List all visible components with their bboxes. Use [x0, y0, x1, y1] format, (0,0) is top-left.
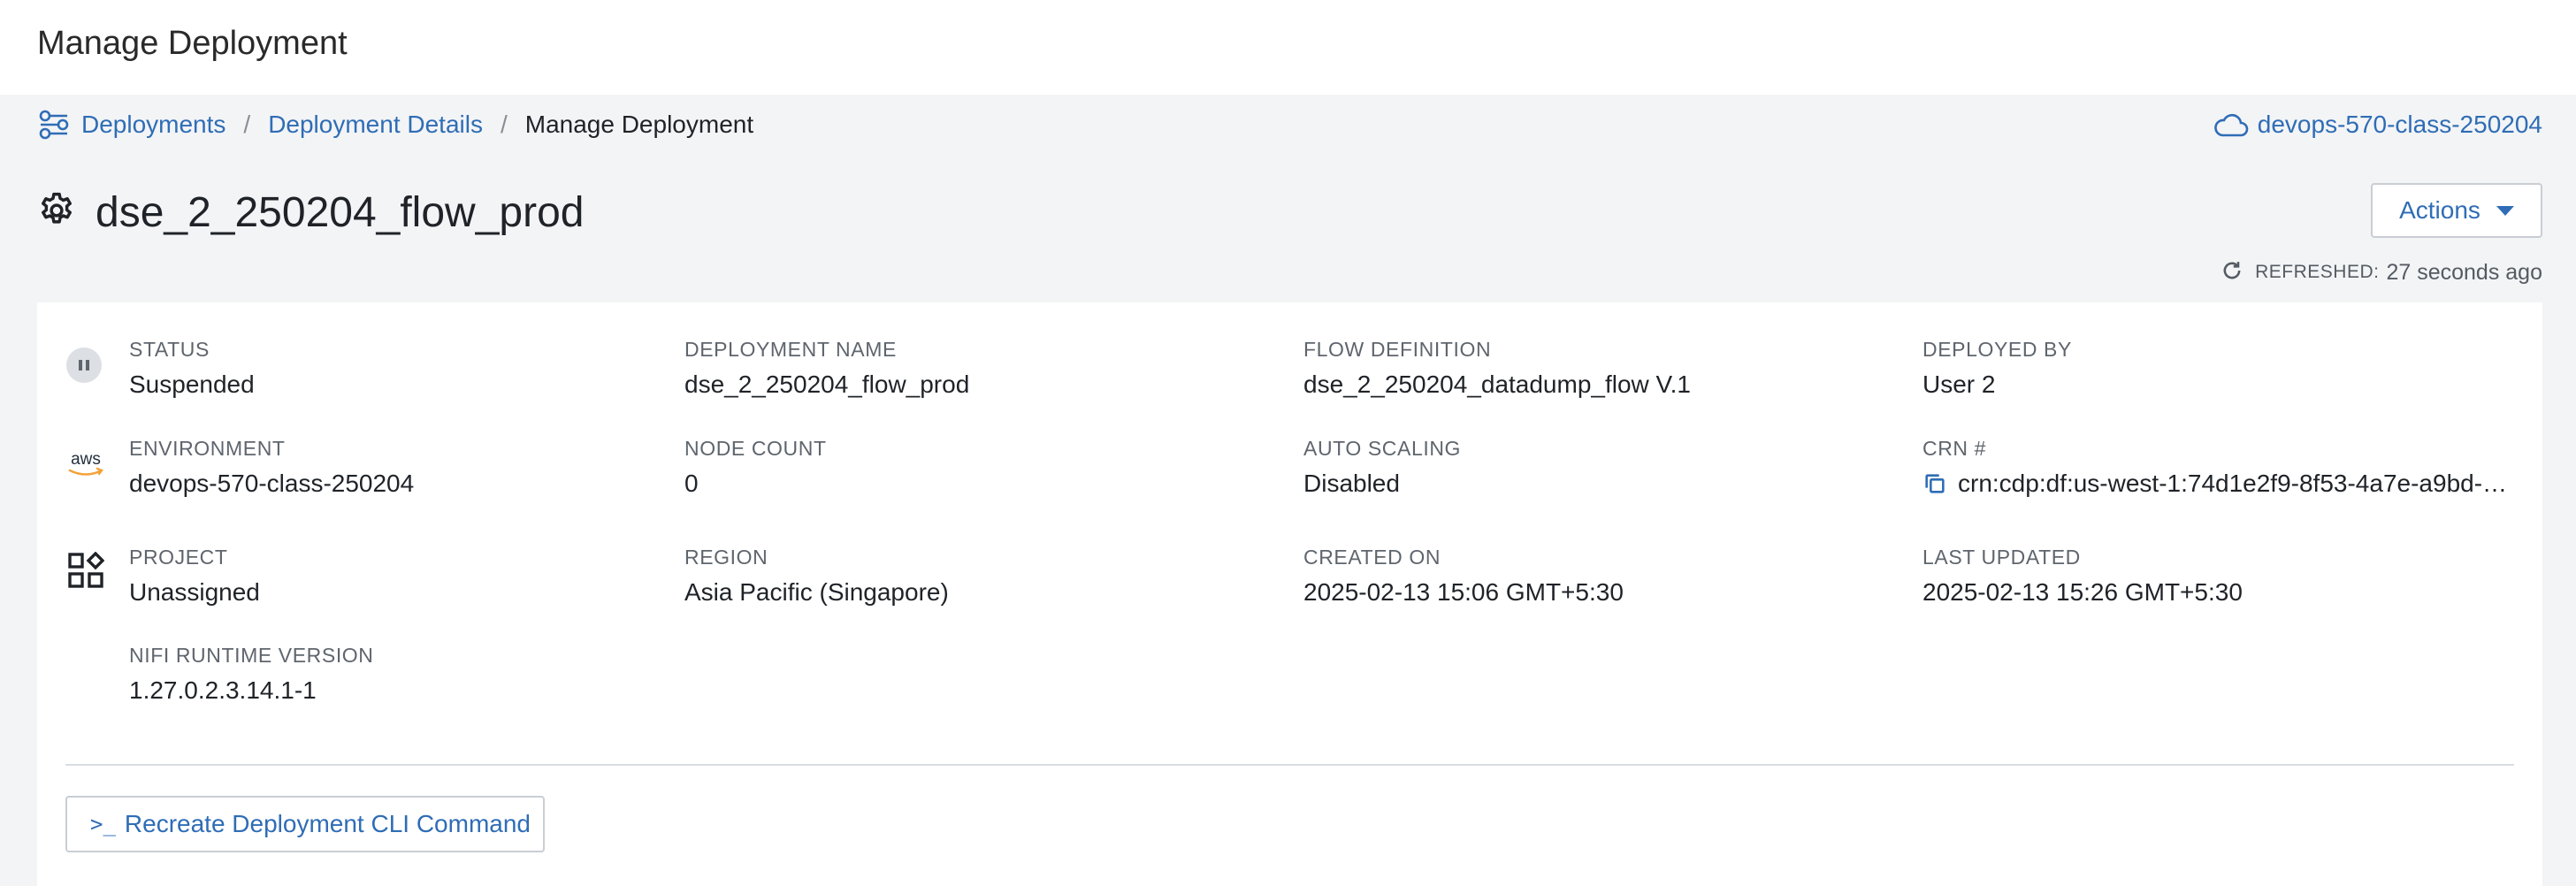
actions-label: Actions	[2399, 196, 2480, 224]
environment-link[interactable]: devops-570-class-250204	[2213, 106, 2542, 143]
divider	[65, 764, 2514, 766]
copy-icon[interactable]	[1922, 471, 1947, 496]
field-label: ENVIRONMENT	[129, 437, 286, 460]
caret-down-icon	[2496, 205, 2514, 216]
field-nifi-runtime-version: NIFI RUNTIME VERSION 1.27.0.2.3.14.1-1	[129, 644, 374, 705]
environment-link-label: devops-570-class-250204	[2257, 111, 2542, 138]
field-value: Suspended	[129, 370, 255, 398]
breadcrumb-current: Manage Deployment	[524, 111, 754, 138]
gear-icon	[37, 191, 76, 234]
field-auto-scaling: AUTO SCALING Disabled	[1303, 437, 1461, 498]
field-label: DEPLOYED BY	[1922, 338, 2072, 361]
field-deployment-name: DEPLOYMENT NAME dse_2_250204_flow_prod	[684, 338, 969, 399]
field-deployed-by: DEPLOYED BY User 2	[1922, 338, 2072, 399]
field-value: dse_2_250204_flow_prod	[684, 370, 970, 398]
cli-button-label: Recreate Deployment CLI Command	[124, 810, 531, 837]
project-grid-icon	[67, 551, 105, 593]
breadcrumb-deployment-details-link[interactable]: Deployment Details	[268, 111, 483, 139]
field-value-crn: crn:cdp:df:us-west-1:74d1e2f9-8f53-4a7e-…	[1922, 470, 2511, 498]
breadcrumb: Deployments / Deployment Details / Manag…	[37, 106, 753, 143]
field-environment: ENVIRONMENT devops-570-class-250204	[129, 437, 414, 498]
field-label: PROJECT	[129, 546, 228, 569]
field-value: User 2	[1922, 370, 1996, 398]
deployments-icon	[37, 108, 71, 141]
field-value: Unassigned	[129, 578, 260, 606]
field-region: REGION Asia Pacific (Singapore)	[684, 546, 949, 607]
field-created-on: CREATED ON 2025-02-13 15:06 GMT+5:30	[1303, 546, 1624, 607]
field-label: CRN #	[1922, 437, 1987, 460]
field-value: Disabled	[1303, 470, 1400, 497]
field-label: REGION	[684, 546, 768, 569]
refresh-label: REFRESHED:	[2255, 262, 2380, 282]
breadcrumb-deployments-link[interactable]: Deployments	[81, 111, 225, 139]
field-flow-definition: FLOW DEFINITION dse_2_250204_datadump_fl…	[1303, 338, 1691, 399]
field-label: NIFI RUNTIME VERSION	[129, 644, 374, 667]
refresh-value: 27 seconds ago	[2386, 259, 2542, 285]
aws-logo-text: aws	[71, 450, 101, 469]
field-node-count: NODE COUNT 0	[684, 437, 827, 498]
field-value: dse_2_250204_datadump_flow V.1	[1303, 370, 1692, 398]
pause-status-icon	[65, 347, 103, 388]
crn-value-text: crn:cdp:df:us-west-1:74d1e2f9-8f53-4a7e-…	[1958, 470, 2511, 497]
aws-logo-icon: aws	[65, 449, 106, 485]
field-value: devops-570-class-250204	[129, 470, 415, 497]
field-value: 1.27.0.2.3.14.1-1	[129, 676, 317, 704]
field-label: LAST UPDATED	[1922, 546, 2081, 569]
top-bar: Manage Deployment	[0, 0, 2576, 95]
field-label: STATUS	[129, 338, 210, 361]
terminal-prompt-icon: >_	[90, 812, 116, 836]
field-label: AUTO SCALING	[1303, 437, 1462, 460]
recreate-cli-command-button[interactable]: >_ Recreate Deployment CLI Command	[65, 796, 545, 852]
actions-dropdown-button[interactable]: Actions	[2371, 183, 2542, 238]
field-value: Asia Pacific (Singapore)	[684, 578, 949, 606]
refresh-status: REFRESHED: 27 seconds ago	[2220, 255, 2542, 290]
field-last-updated: LAST UPDATED 2025-02-13 15:26 GMT+5:30	[1922, 546, 2243, 607]
field-label: DEPLOYMENT NAME	[684, 338, 897, 361]
field-label: FLOW DEFINITION	[1303, 338, 1492, 361]
breadcrumb-separator: /	[500, 111, 508, 138]
field-value: 0	[684, 470, 699, 497]
field-value: 2025-02-13 15:26 GMT+5:30	[1922, 578, 2243, 606]
field-label: CREATED ON	[1303, 546, 1441, 569]
app-title: Manage Deployment	[37, 25, 348, 62]
field-status: STATUS Suspended	[129, 338, 255, 399]
deployment-details-panel: STATUS Suspended DEPLOYMENT NAME dse_2_2…	[37, 302, 2542, 886]
page-title: dse_2_250204_flow_prod	[96, 188, 585, 236]
breadcrumb-separator: /	[243, 111, 251, 138]
field-value: 2025-02-13 15:06 GMT+5:30	[1303, 578, 1624, 606]
refresh-icon[interactable]	[2220, 258, 2244, 287]
field-project: PROJECT Unassigned	[129, 546, 260, 607]
cloud-icon	[2213, 113, 2249, 137]
field-crn: CRN # crn:cdp:df:us-west-1:74d1e2f9-8f53…	[1922, 437, 2511, 498]
field-label: NODE COUNT	[684, 437, 827, 460]
page-heading: dse_2_250204_flow_prod	[37, 186, 584, 239]
